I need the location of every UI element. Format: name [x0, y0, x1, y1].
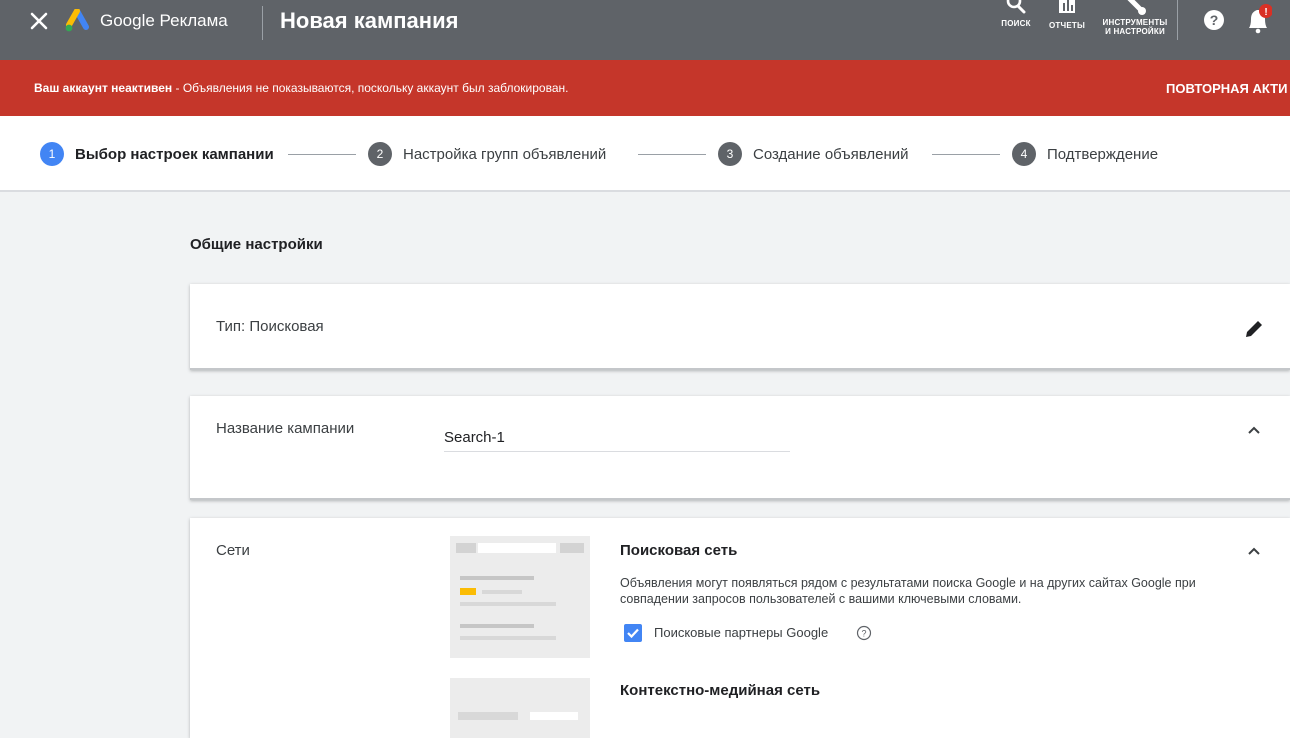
- search-partners-checkbox[interactable]: [624, 624, 642, 642]
- step-1[interactable]: 1 Выбор настроек кампании: [40, 142, 274, 166]
- search-tool-button[interactable]: ПОИСК: [996, 0, 1036, 28]
- step-number: 3: [718, 142, 742, 166]
- collapse-chevron-icon[interactable]: [1246, 546, 1262, 556]
- banner-bold-text: Ваш аккаунт неактивен: [34, 81, 173, 95]
- campaign-stepper: 1 Выбор настроек кампании 2 Настройка гр…: [0, 116, 1290, 192]
- step-connector: [288, 154, 356, 155]
- step-number: 1: [40, 142, 64, 166]
- step-number: 2: [368, 142, 392, 166]
- step-3[interactable]: 3 Создание объявлений: [718, 142, 909, 166]
- reports-tool-button[interactable]: ОТЧЕТЫ: [1045, 0, 1089, 30]
- banner-message: Ваш аккаунт неактивен - Объявления не по…: [34, 81, 568, 95]
- top-app-bar: Google Реклама Новая кампания ПОИСК ОТЧЕ…: [0, 0, 1290, 60]
- help-question-icon[interactable]: ?: [856, 625, 872, 641]
- step-label: Подтверждение: [1047, 145, 1159, 163]
- search-network-title: Поисковая сеть: [620, 542, 738, 559]
- campaign-name-card: Название кампании Search-1: [190, 396, 1290, 500]
- display-network-illustration: [450, 678, 590, 738]
- help-icon[interactable]: ?: [1203, 9, 1225, 31]
- collapse-chevron-icon[interactable]: [1246, 425, 1262, 435]
- networks-label: Сети: [216, 542, 250, 559]
- display-network-title: Контекстно-медийная сеть: [620, 682, 821, 699]
- banner-message-text: - Объявления не показываются, поскольку …: [172, 81, 569, 95]
- search-icon: [1006, 0, 1026, 14]
- search-network-description: Объявления могут появляться рядом с резу…: [620, 576, 1196, 606]
- title-divider: [262, 6, 263, 40]
- step-connector: [638, 154, 706, 155]
- step-number: 4: [1012, 142, 1036, 166]
- section-title: Общие настройки: [190, 236, 323, 253]
- google-ads-logo-icon: [65, 9, 89, 32]
- account-inactive-banner: Ваш аккаунт неактивен - Объявления не по…: [0, 60, 1290, 116]
- step-label: Настройка групп объявлений: [403, 145, 607, 163]
- reports-tool-label: ОТЧЕТЫ: [1049, 21, 1085, 30]
- step-connector: [932, 154, 1000, 155]
- reports-icon: [1059, 0, 1075, 13]
- step-4[interactable]: 4 Подтверждение: [1012, 142, 1158, 166]
- tools-label-line2: И НАСТРОЙКИ: [1105, 27, 1165, 36]
- notifications-bell-icon[interactable]: !: [1246, 4, 1272, 34]
- search-partners-label: Поисковые партнеры Google: [654, 625, 829, 640]
- close-icon[interactable]: [28, 10, 50, 32]
- networks-card: Сети Поисковая сеть Объявления могут поя…: [190, 518, 1290, 738]
- search-network-illustration: [450, 536, 590, 658]
- campaign-name-value: Search-1: [444, 429, 505, 446]
- svg-text:?: ?: [1210, 12, 1219, 28]
- tools-settings-button[interactable]: ИНСТРУМЕНТЫ И НАСТРОЙКИ: [1100, 0, 1170, 36]
- brand-name: Google Реклама: [100, 11, 228, 30]
- tools-label-line1: ИНСТРУМЕНТЫ: [1102, 18, 1168, 27]
- svg-text:?: ?: [861, 629, 866, 639]
- step-label: Создание объявлений: [753, 145, 909, 163]
- edit-pencil-icon[interactable]: [1243, 318, 1265, 340]
- campaign-type-label: Тип: Поисковая: [216, 318, 324, 335]
- campaign-name-label: Название кампании: [216, 420, 355, 437]
- step-label: Выбор настроек кампании: [75, 145, 274, 163]
- campaign-type-card[interactable]: Тип: Поисковая: [190, 284, 1290, 370]
- page-title: Новая кампания: [280, 8, 459, 33]
- search-tool-label: ПОИСК: [1001, 19, 1031, 28]
- checkmark-icon: [627, 628, 639, 639]
- notification-badge: !: [1264, 7, 1267, 18]
- toolbar-divider: [1177, 0, 1178, 40]
- reactivate-link[interactable]: ПОВТОРНАЯ АКТИ: [1166, 81, 1287, 96]
- campaign-name-input[interactable]: Search-1: [444, 421, 790, 452]
- wrench-icon: [1127, 0, 1146, 15]
- step-2[interactable]: 2 Настройка групп объявлений: [368, 142, 606, 166]
